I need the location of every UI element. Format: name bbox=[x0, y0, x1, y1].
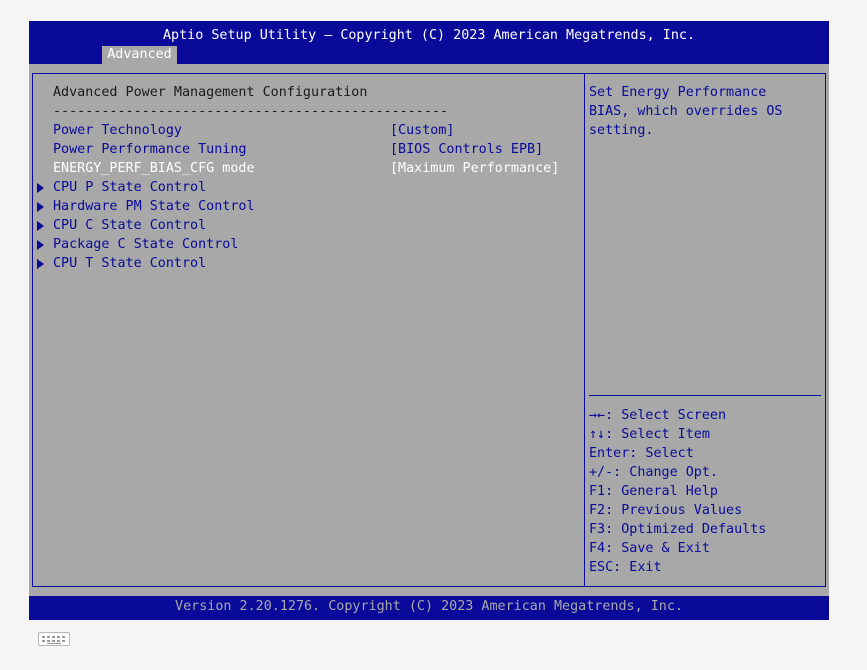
version-text: Version 2.20.1276. Copyright (C) 2023 Am… bbox=[175, 599, 683, 614]
submenu-package-c-state[interactable]: Package C State Control bbox=[53, 235, 238, 254]
triangle-right-icon bbox=[37, 259, 44, 269]
keyboard-icon[interactable] bbox=[38, 632, 70, 646]
setting-value-power-performance-tuning[interactable]: [BIOS Controls EPB] bbox=[390, 140, 543, 159]
key-help-f3: F3: Optimized Defaults bbox=[589, 522, 767, 537]
help-description-line: Set Energy Performance bbox=[589, 85, 767, 100]
setting-label-power-technology[interactable]: Power Technology bbox=[53, 121, 182, 140]
help-description-line: setting. bbox=[589, 123, 654, 138]
key-help-enter: Enter: Select bbox=[589, 446, 694, 461]
submenu-cpu-c-state[interactable]: CPU C State Control bbox=[53, 216, 206, 235]
submenu-hardware-pm-state[interactable]: Hardware PM State Control bbox=[53, 197, 255, 216]
triangle-right-icon bbox=[37, 221, 44, 231]
section-title: Advanced Power Management Configuration bbox=[53, 85, 368, 100]
key-help-change-opt: +/-: Change Opt. bbox=[589, 465, 718, 480]
app-title: Aptio Setup Utility – Copyright (C) 2023… bbox=[162, 28, 696, 43]
submenu-cpu-p-state[interactable]: CPU P State Control bbox=[53, 178, 206, 197]
key-help-f1: F1: General Help bbox=[589, 484, 718, 499]
setting-value-energy-perf-bias[interactable]: [Maximum Performance] bbox=[390, 159, 559, 178]
key-help-select-screen: →←: Select Screen bbox=[589, 408, 727, 423]
section-separator: ----------------------------------------… bbox=[53, 104, 449, 119]
triangle-right-icon bbox=[37, 202, 44, 212]
submenu-cpu-t-state[interactable]: CPU T State Control bbox=[53, 254, 206, 273]
help-description-line: BIAS, which overrides OS bbox=[589, 104, 783, 119]
key-help-select-item: ↑↓: Select Item bbox=[589, 427, 710, 442]
setting-label-power-performance-tuning[interactable]: Power Performance Tuning bbox=[53, 140, 246, 159]
triangle-right-icon bbox=[37, 240, 44, 250]
panel-divider bbox=[584, 73, 585, 587]
title-bar: Aptio Setup Utility – Copyright (C) 2023… bbox=[29, 21, 829, 64]
key-help-f4: F4: Save & Exit bbox=[589, 541, 710, 556]
setting-value-power-technology[interactable]: [Custom] bbox=[390, 121, 455, 140]
bios-screen: Aptio Setup Utility – Copyright (C) 2023… bbox=[29, 21, 829, 620]
key-help-esc: ESC: Exit bbox=[589, 560, 662, 575]
setting-label-energy-perf-bias[interactable]: ENERGY_PERF_BIAS_CFG mode bbox=[53, 159, 255, 178]
footer-bar: Version 2.20.1276. Copyright (C) 2023 Am… bbox=[29, 596, 829, 620]
key-help-f2: F2: Previous Values bbox=[589, 503, 743, 518]
help-divider bbox=[589, 395, 821, 396]
triangle-right-icon bbox=[37, 183, 44, 193]
tab-advanced[interactable]: Advanced bbox=[102, 46, 177, 64]
